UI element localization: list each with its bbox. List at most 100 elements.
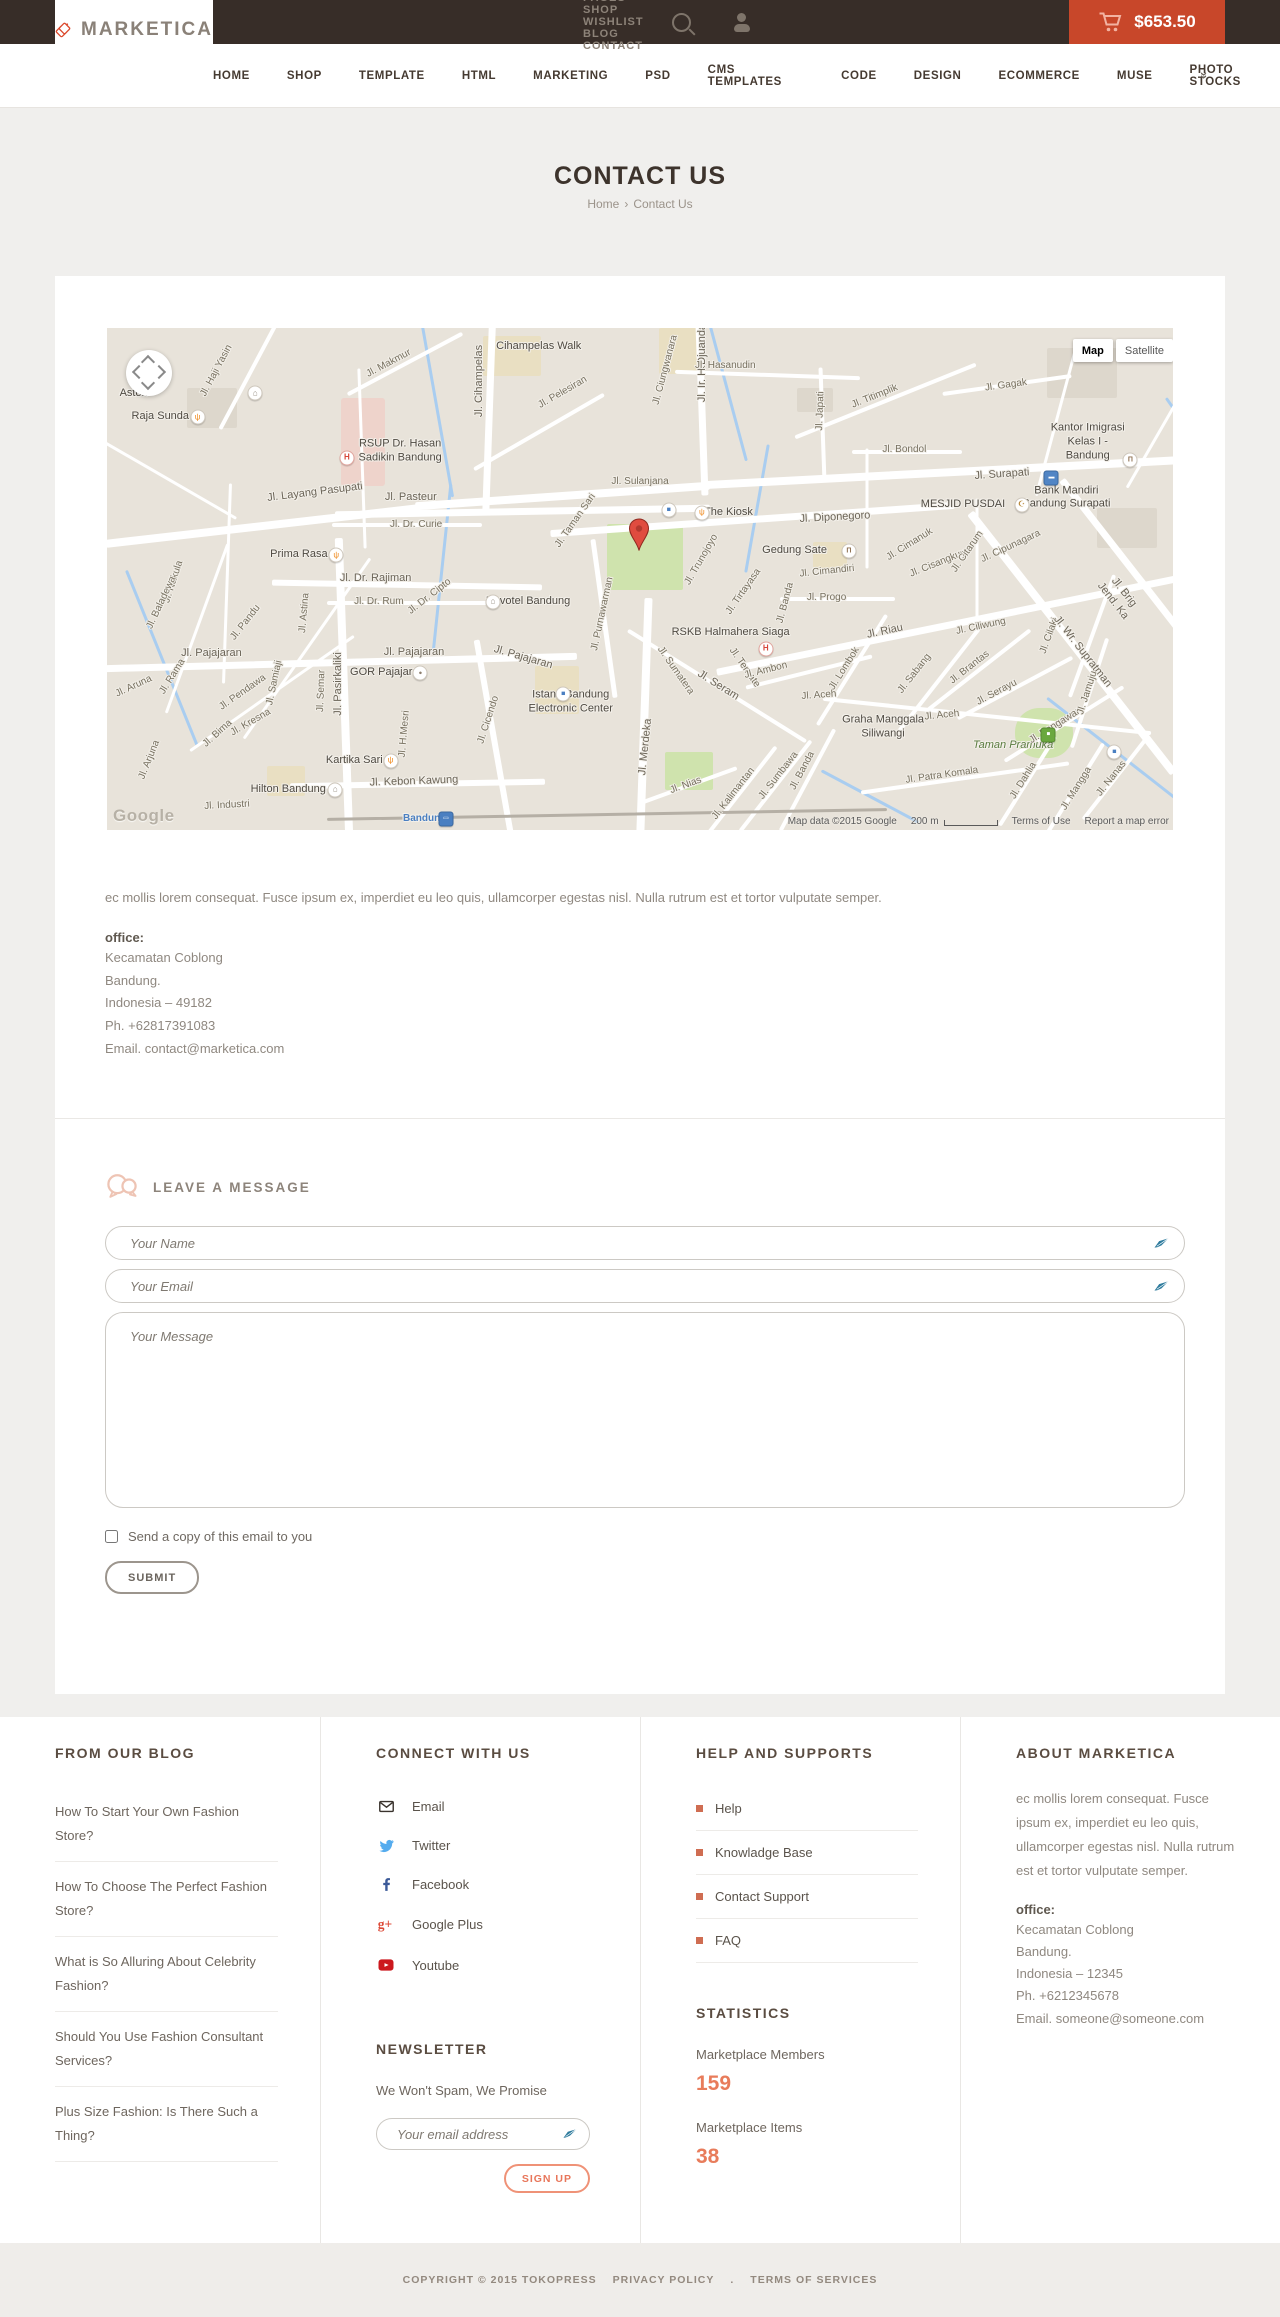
map-label: Jl. H.Mesri xyxy=(397,709,413,758)
top-nav-item[interactable]: WISHLIST xyxy=(583,16,644,28)
social-link[interactable]: Youtube xyxy=(376,1945,598,1985)
statistic-label: Marketplace Members xyxy=(696,2047,825,2062)
main-nav-item[interactable]: TEMPLATE xyxy=(359,70,425,82)
newsletter-email-input[interactable] xyxy=(376,2118,590,2150)
map-label: Jl. Patra Komala xyxy=(904,764,979,787)
map-poi-bank-icon[interactable]: ▬ xyxy=(1043,470,1059,486)
map-poi-blue-icon[interactable]: ■ xyxy=(555,686,571,702)
main-nav-item[interactable]: DESIGN xyxy=(914,70,962,82)
map-poi-restaurant-icon[interactable]: ψ xyxy=(383,753,399,769)
map-poi-blue-icon[interactable]: ■ xyxy=(1106,744,1122,760)
main-nav-item[interactable]: SHOP xyxy=(287,70,322,82)
search-icon[interactable] xyxy=(671,12,691,32)
map-poi-museum-icon[interactable]: Π xyxy=(841,543,857,559)
map-poi-museum-icon[interactable]: Π xyxy=(1122,452,1138,468)
pan-left-icon[interactable] xyxy=(131,364,147,380)
help-link[interactable]: Knowladge Base xyxy=(696,1831,918,1875)
top-nav-item[interactable]: CONTACT xyxy=(583,40,644,52)
name-field-wrap xyxy=(105,1226,1185,1260)
send-copy-row: Send a copy of this email to you xyxy=(105,1529,1185,1544)
main-nav-item[interactable]: HOME xyxy=(213,70,250,82)
main-nav-item[interactable]: PSD xyxy=(645,70,670,82)
chevron-down-icon[interactable] xyxy=(1201,68,1208,83)
map-poi-lodging-icon[interactable]: ⌂ xyxy=(327,782,343,798)
signup-button[interactable]: SIGN UP xyxy=(503,2164,590,2193)
site-logo[interactable]: MARKETICA xyxy=(55,0,213,60)
help-link[interactable]: Contact Support xyxy=(696,1875,918,1919)
footer-about-heading: ABOUT MARKETICA xyxy=(1016,1745,1177,1761)
contact-card: Aston Cihampelas Walk Jl. Haji Yasin Raja S… xyxy=(55,276,1225,1694)
map-marker-icon[interactable] xyxy=(628,518,650,552)
social-link[interactable]: Facebook xyxy=(376,1865,598,1904)
help-link[interactable]: Help xyxy=(696,1787,918,1831)
bottom-separator: . xyxy=(730,2274,735,2286)
map-poi-restaurant-icon[interactable]: ψ xyxy=(190,409,206,425)
footer-blog-column: FROM OUR BLOG How To Start Your Own Fash… xyxy=(0,1717,320,2243)
map-poi-hospital-icon[interactable]: H xyxy=(758,641,774,657)
map-poi-transit-icon[interactable]: ▭ xyxy=(438,811,454,827)
blog-link[interactable]: How To Choose The Perfect Fashion Store? xyxy=(55,1862,278,1938)
social-label: Email xyxy=(412,1799,445,1814)
map-poi-mosque-icon[interactable]: ☪ xyxy=(1014,497,1030,513)
blog-link[interactable]: Plus Size Fashion: Is There Such a Thing… xyxy=(55,2087,278,2163)
send-copy-checkbox[interactable] xyxy=(105,1530,118,1543)
square-bullet-icon xyxy=(696,1937,703,1944)
map-pan-control[interactable] xyxy=(126,350,172,396)
privacy-link[interactable]: PRIVACY POLICY xyxy=(613,2274,715,2286)
submit-button[interactable]: SUBMIT xyxy=(105,1561,200,1594)
map-type-map-button[interactable]: Map xyxy=(1072,339,1113,362)
blog-link[interactable]: Should You Use Fashion Consultant Servic… xyxy=(55,2012,278,2088)
top-nav-item[interactable]: SHOP xyxy=(583,4,644,16)
help-label: Help xyxy=(715,1801,742,1816)
map-poi-lodging-icon[interactable]: ⌂ xyxy=(247,385,263,401)
map-poi-blue-icon[interactable]: ■ xyxy=(661,502,677,518)
map-label: Jl. Kebon Kawung xyxy=(369,773,459,789)
blog-link[interactable]: What is So Alluring About Celebrity Fash… xyxy=(55,1937,278,2013)
map-label: Cihampelas Walk xyxy=(496,340,582,353)
map-label: Graha Manggala Siliwangi xyxy=(842,713,925,740)
map-label: The Kiosk xyxy=(704,505,753,518)
social-link[interactable]: Email xyxy=(376,1787,598,1826)
terms-link[interactable]: TERMS OF SERVICES xyxy=(750,2274,877,2286)
map-poi-restaurant-icon[interactable]: ψ xyxy=(694,505,710,521)
blog-link[interactable]: How To Start Your Own Fashion Store? xyxy=(55,1787,278,1863)
map-report-link[interactable]: Report a map error xyxy=(1085,816,1169,827)
main-nav-item[interactable]: MUSE xyxy=(1117,70,1153,82)
pan-down-icon[interactable] xyxy=(140,375,156,391)
map-type-satellite-button[interactable]: Satellite xyxy=(1115,339,1173,362)
pan-right-icon[interactable] xyxy=(151,364,167,380)
section-divider xyxy=(55,1118,1225,1119)
logo-text: MARKETICA xyxy=(81,19,213,40)
map-poi-park-dot-icon[interactable]: ■ xyxy=(1040,727,1056,743)
cart-button[interactable]: $653.50 xyxy=(1069,0,1225,44)
help-link[interactable]: FAQ xyxy=(696,1919,918,1963)
top-nav-item[interactable]: BLOG xyxy=(583,28,644,40)
about-address-line: Ph. +6212345678 xyxy=(1016,1988,1120,2004)
map-terms-link[interactable]: Terms of Use xyxy=(1012,816,1071,827)
main-nav-item[interactable]: CMS TEMPLATES xyxy=(708,64,804,88)
social-label: Facebook xyxy=(412,1877,470,1892)
main-nav-item[interactable]: ECOMMERCE xyxy=(998,70,1079,82)
map-label: RSUP Dr. Hasan Sadikin Bandung xyxy=(358,437,442,463)
main-nav-item[interactable]: CODE xyxy=(841,70,877,82)
social-link[interactable]: g+ Google Plus xyxy=(376,1904,598,1945)
facebook-icon xyxy=(376,1876,396,1893)
user-icon[interactable] xyxy=(733,12,751,32)
social-link[interactable]: Twitter xyxy=(376,1826,598,1865)
map-poi-dot-icon[interactable]: ● xyxy=(412,665,428,681)
message-textarea[interactable] xyxy=(105,1312,1185,1508)
top-header: MARKETICA PAGESSHOPWISHLISTBLOGCONTACT $… xyxy=(0,0,1280,60)
breadcrumb-home[interactable]: Home xyxy=(587,197,619,211)
map-label: Jl. Pajajaran xyxy=(492,643,554,672)
main-nav-item[interactable]: MARKETING xyxy=(533,70,608,82)
map-poi-hospital-icon[interactable]: H xyxy=(339,450,355,466)
pan-up-icon[interactable] xyxy=(140,354,156,370)
map-label: Jl. Astina xyxy=(297,592,312,634)
main-nav-item[interactable]: HTML xyxy=(462,70,496,82)
office-address-line: Email. contact@marketica.com xyxy=(105,1040,285,1056)
map-poi-lodging-icon[interactable]: ⌂ xyxy=(485,594,501,610)
google-map[interactable]: Aston Cihampelas Walk Jl. Haji Yasin Raja S… xyxy=(107,328,1173,830)
email-input[interactable] xyxy=(105,1269,1185,1303)
name-input[interactable] xyxy=(105,1226,1185,1260)
map-poi-restaurant-icon[interactable]: ψ xyxy=(328,547,344,563)
